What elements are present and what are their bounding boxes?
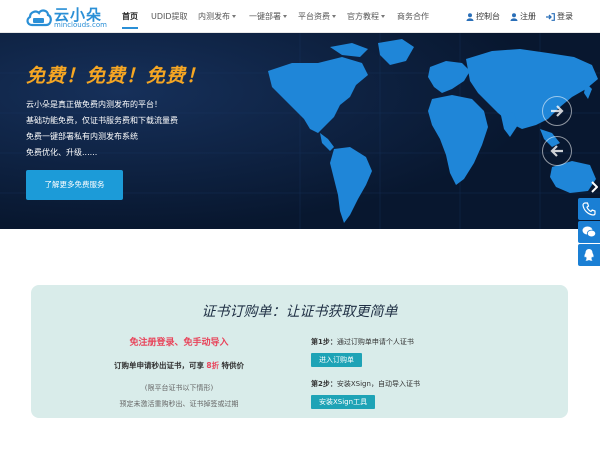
phone-icon bbox=[582, 202, 596, 216]
offer-note: (限平台证书以下情形) bbox=[144, 384, 214, 392]
login-arrow-icon bbox=[546, 12, 555, 21]
offer-text: 订购单申请秒出证书，可享 8折 特供价 bbox=[59, 360, 299, 371]
register-link[interactable]: 注册 bbox=[510, 11, 536, 22]
arrow-left-icon bbox=[550, 145, 563, 157]
hero-text-line: 基础功能免费，仅证书服务费和下载流量费 bbox=[26, 116, 178, 125]
offer-discount: 8折 bbox=[206, 361, 220, 370]
learn-more-button[interactable]: 了解更多免费服务 bbox=[26, 170, 123, 200]
nav-home[interactable]: 首页 bbox=[122, 11, 138, 22]
wechat-contact-button[interactable] bbox=[578, 221, 600, 243]
brand-logo[interactable]: 云小朵 minclouds.com bbox=[26, 4, 108, 30]
nav-deploy[interactable]: 一键部署 bbox=[249, 11, 287, 22]
nav-business[interactable]: 商务合作 bbox=[397, 11, 429, 22]
nav-udid[interactable]: UDID提取 bbox=[151, 11, 188, 22]
card-steps-column: 第1步：通过订购单申请个人证书 进入订购单 第2步：安装XSign，自动导入证书… bbox=[311, 337, 561, 409]
card-title: 证书订购单：让证书获取更简单 bbox=[201, 304, 398, 320]
step-two-text: 安装XSign，自动导入证书 bbox=[336, 380, 420, 388]
chevron-down-icon bbox=[283, 15, 287, 18]
login-link[interactable]: 登录 bbox=[546, 11, 573, 22]
prev-arrow-button[interactable] bbox=[542, 136, 572, 166]
nav-pricing-label: 平台资费 bbox=[298, 12, 330, 21]
qq-icon bbox=[584, 249, 594, 261]
nav-deploy-label: 一键部署 bbox=[249, 12, 281, 21]
certificate-order-card: 证书订购单：让证书获取更简单 免注册登录、免手动导入 订购单申请秒出证书，可享 … bbox=[31, 285, 568, 418]
offer-prefix: 订购单申请秒出证书，可享 bbox=[114, 361, 204, 370]
enter-order-form-button[interactable]: 进入订购单 bbox=[311, 353, 362, 367]
promo-text: 免注册登录、免手动导入 bbox=[129, 338, 229, 348]
register-label: 注册 bbox=[520, 12, 536, 21]
site-header: 云小朵 minclouds.com 首页 UDID提取 内测发布 一键部署 平台… bbox=[0, 0, 600, 33]
card-promo-column: 免注册登录、免手动导入 订购单申请秒出证书，可享 8折 特供价 (限平台证书以下… bbox=[59, 335, 299, 409]
step-one-label: 第1步： bbox=[311, 338, 337, 346]
hero-headline: 免费！免费！免费！ bbox=[26, 65, 207, 87]
nav-beta-release-label: 内测发布 bbox=[198, 12, 230, 21]
qq-contact-button[interactable] bbox=[578, 244, 600, 266]
chevron-down-icon bbox=[332, 15, 336, 18]
install-xsign-button[interactable]: 安装XSign工具 bbox=[311, 395, 376, 409]
offer-suffix: 特供价 bbox=[221, 361, 245, 370]
nav-tutorials[interactable]: 官方教程 bbox=[347, 11, 385, 22]
step-one: 第1步：通过订购单申请个人证书 bbox=[311, 337, 561, 347]
nav-active-indicator bbox=[122, 27, 138, 29]
console-link[interactable]: 控制台 bbox=[466, 11, 500, 22]
phone-contact-button[interactable] bbox=[578, 198, 600, 220]
step-two-label: 第2步： bbox=[311, 380, 337, 388]
wechat-icon bbox=[582, 226, 596, 238]
step-two: 第2步：安装XSign，自动导入证书 bbox=[311, 379, 561, 389]
hero-text-line: 免费一键部署私有内测发布系统 bbox=[26, 132, 138, 141]
hero-text-line: 免费优化、升级...... bbox=[26, 148, 98, 157]
chevron-down-icon bbox=[232, 15, 236, 18]
next-arrow-button[interactable] bbox=[542, 96, 572, 126]
console-label: 控制台 bbox=[476, 12, 500, 21]
offer-note-detail: 预定未激活重购秒出、证书掉签或过期 bbox=[119, 400, 239, 408]
chevron-down-icon bbox=[381, 15, 385, 18]
user-shield-icon bbox=[466, 12, 474, 21]
user-icon bbox=[510, 12, 518, 21]
hero-text-line: 云小朵是真正做免费内测发布的平台！ bbox=[26, 100, 162, 109]
nav-tutorials-label: 官方教程 bbox=[347, 12, 379, 21]
cloud-logo-icon bbox=[26, 9, 52, 27]
chevron-right-icon[interactable] bbox=[590, 181, 598, 193]
arrow-right-icon bbox=[551, 105, 564, 117]
hero-banner: 免费！免费！免费！ 云小朵是真正做免费内测发布的平台！ 基础功能免费，仅证书服务… bbox=[0, 33, 600, 229]
nav-beta-release[interactable]: 内测发布 bbox=[198, 11, 236, 22]
nav-pricing[interactable]: 平台资费 bbox=[298, 11, 336, 22]
login-label: 登录 bbox=[557, 12, 573, 21]
step-one-text: 通过订购单申请个人证书 bbox=[336, 338, 414, 346]
brand-domain: minclouds.com bbox=[54, 21, 107, 29]
